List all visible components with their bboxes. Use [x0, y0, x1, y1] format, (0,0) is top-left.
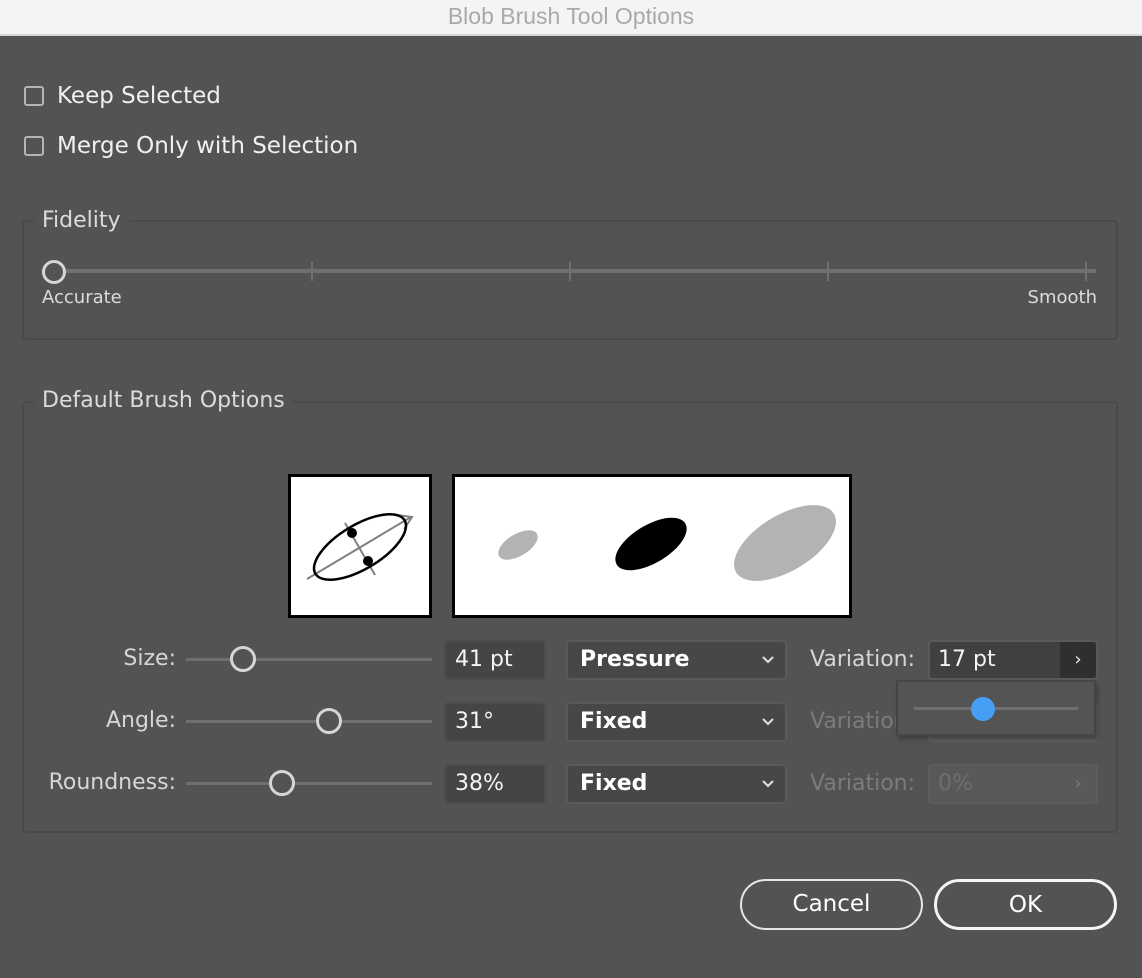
keep-selected-checkbox[interactable]	[24, 86, 44, 106]
roundness-mode-select[interactable]: Fixed	[566, 764, 787, 804]
merge-only-label: Merge Only with Selection	[57, 133, 359, 159]
max-size-shape	[734, 505, 836, 581]
fidelity-slider-track[interactable]	[54, 269, 1096, 273]
fidelity-tick	[311, 262, 313, 281]
default-brush-options-title: Default Brush Options	[34, 388, 293, 413]
size-value-input[interactable]: 41 pt	[444, 640, 546, 680]
roundness-mode-value: Fixed	[580, 771, 648, 796]
fidelity-tick	[827, 262, 829, 281]
roundness-slider-thumb[interactable]	[268, 770, 295, 796]
roundness-variation-label: Variation:	[810, 771, 916, 796]
size-slider-track[interactable]	[186, 658, 432, 661]
brush-size-preview	[452, 474, 852, 618]
fidelity-tick	[1085, 262, 1087, 281]
roundness-value-input[interactable]: 38%	[444, 764, 546, 804]
current-size-shape	[615, 517, 687, 571]
fidelity-accurate-label: Accurate	[42, 287, 122, 308]
merge-only-option[interactable]: Merge Only with Selection	[24, 133, 358, 159]
size-label: Size:	[123, 646, 176, 671]
merge-only-checkbox[interactable]	[24, 136, 44, 156]
variation-slider-thumb[interactable]	[970, 697, 995, 721]
keep-selected-option[interactable]: Keep Selected	[24, 83, 221, 109]
window-title: Blob Brush Tool Options	[447, 3, 695, 29]
fidelity-smooth-label: Smooth	[1027, 287, 1097, 308]
angle-label: Angle:	[105, 708, 176, 733]
size-mode-value: Pressure	[580, 647, 690, 672]
roundness-variation-value: 0%	[938, 771, 973, 796]
handle-dot-top	[347, 528, 357, 538]
window-title-bar: Blob Brush Tool Options	[0, 0, 1142, 36]
brush-shape-icon	[306, 512, 414, 582]
size-variation-label: Variation:	[810, 647, 916, 672]
cancel-button[interactable]: Cancel	[740, 879, 923, 930]
angle-mode-value: Fixed	[580, 709, 648, 734]
keep-selected-label: Keep Selected	[57, 83, 221, 109]
chevron-down-icon	[761, 642, 775, 691]
roundness-slider-track[interactable]	[186, 782, 432, 785]
min-size-shape	[498, 530, 538, 560]
handle-dot-bottom	[363, 556, 373, 566]
chevron-right-icon: ›	[1074, 773, 1082, 794]
variation-slider-track[interactable]	[914, 707, 1078, 710]
angle-slider-track[interactable]	[186, 720, 432, 723]
roundness-variation-input: 0% ›	[928, 764, 1098, 804]
size-variation-input[interactable]: 17 pt ›	[928, 640, 1098, 680]
angle-mode-select[interactable]: Fixed	[566, 702, 787, 742]
angle-slider-thumb[interactable]	[315, 708, 342, 734]
size-mode-select[interactable]: Pressure	[566, 640, 787, 680]
brush-preview-shapes	[498, 505, 836, 581]
ok-button[interactable]: OK	[934, 879, 1117, 930]
fidelity-slider-thumb[interactable]	[42, 260, 66, 284]
fidelity-title: Fidelity	[34, 208, 129, 233]
variation-slider-popover	[896, 680, 1096, 736]
fidelity-tick	[569, 262, 571, 281]
chevron-right-icon[interactable]: ›	[1060, 642, 1096, 678]
angle-value-input[interactable]: 31°	[444, 702, 546, 742]
brush-angle-preview[interactable]	[288, 474, 432, 618]
size-slider-thumb[interactable]	[229, 646, 256, 672]
chevron-down-icon	[761, 766, 775, 815]
size-variation-value: 17 pt	[938, 647, 996, 672]
roundness-label: Roundness:	[48, 770, 176, 795]
chevron-down-icon	[761, 704, 775, 753]
